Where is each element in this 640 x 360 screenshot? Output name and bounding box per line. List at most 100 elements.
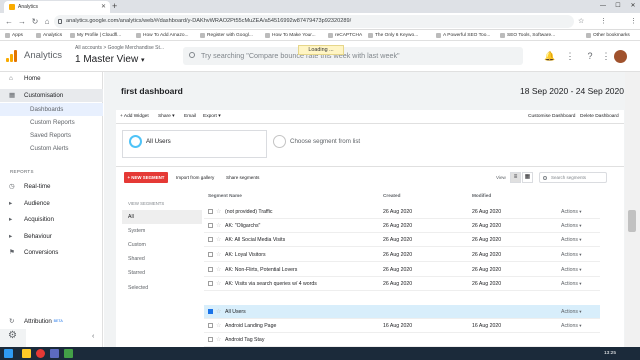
sidebar-item-saved-reports[interactable]: Saved Reports <box>0 129 103 142</box>
delete-dashboard-button[interactable]: Delete Dashboard <box>580 110 619 124</box>
star-icon[interactable]: ☆ <box>216 219 221 233</box>
star-icon[interactable]: ☆ <box>216 263 221 277</box>
filter-starred[interactable]: Starred <box>122 266 202 280</box>
windows-start-icon[interactable] <box>4 349 13 358</box>
maximize-icon[interactable]: ☐ <box>611 0 625 13</box>
filter-all[interactable]: All <box>122 210 202 224</box>
url-input[interactable]: analytics.google.com/analytics/web/#/das… <box>54 15 574 28</box>
table-row[interactable]: ☆ AK: All Social Media Visits 26 Aug 2020 2… <box>204 233 600 247</box>
bookmark-make[interactable]: How To Make Your... <box>265 30 316 41</box>
actions-dropdown[interactable]: Actions <box>561 305 582 319</box>
row-checkbox[interactable] <box>208 309 213 314</box>
sidebar-item-attribution[interactable]: ↻ Attribution BETA <box>0 315 103 328</box>
star-icon[interactable]: ☆ <box>216 233 221 247</box>
table-row[interactable]: ☆ Android Landing Page 16 Aug 2020 16 Aug 2… <box>204 319 600 333</box>
bookmark-other[interactable]: Other bookmarks <box>586 30 630 41</box>
sidebar-item-acquisition[interactable]: ▸ Acquisition <box>0 213 103 226</box>
search-segments-input[interactable]: Search segments <box>539 172 607 183</box>
star-icon[interactable]: ☆ <box>216 205 221 219</box>
list-view-icon[interactable]: ≡ <box>510 172 521 183</box>
avatar[interactable] <box>614 50 627 63</box>
selected-segment-card[interactable] <box>122 130 267 158</box>
view-selector[interactable]: 1 Master View ▾ <box>75 53 144 67</box>
sidebar-item-custom-reports[interactable]: Custom Reports <box>0 116 103 129</box>
sidebar-item-behaviour[interactable]: ▸ Behaviour <box>0 230 103 243</box>
share-segments-button[interactable]: Share segments <box>226 172 259 183</box>
table-row[interactable]: ☆ Android Tag Stay <box>204 333 600 347</box>
sidebar-item-realtime[interactable]: ◷ Real-time <box>0 180 103 193</box>
close-window-icon[interactable]: ✕ <box>626 0 640 13</box>
add-widget-button[interactable]: + Add Widget <box>120 110 149 124</box>
row-checkbox[interactable] <box>208 337 213 342</box>
column-created[interactable]: Created <box>383 193 400 198</box>
bookmark-recaptcha[interactable]: reCAPTCHA <box>328 30 362 41</box>
bookmark-amazon[interactable]: How To Add Amazo... <box>136 30 189 41</box>
actions-dropdown[interactable]: Actions <box>561 233 582 247</box>
actions-dropdown[interactable]: Actions <box>561 277 582 291</box>
forward-icon[interactable]: → <box>17 13 27 30</box>
collapse-sidebar-icon[interactable]: ‹ <box>92 333 94 340</box>
bookmark-apps[interactable]: Apps <box>5 30 23 41</box>
extensions-icon[interactable]: ⋮ <box>600 15 607 28</box>
row-checkbox[interactable] <box>208 237 213 242</box>
notifications-icon[interactable]: 🔔 <box>544 50 556 62</box>
filter-system[interactable]: System <box>122 224 202 238</box>
row-checkbox[interactable] <box>208 209 213 214</box>
home-browser-icon[interactable]: ⌂ <box>42 13 52 30</box>
taskbar-app-icon[interactable] <box>64 349 73 358</box>
filter-selected[interactable]: Selected <box>122 281 202 295</box>
empty-segment-ring-icon[interactable] <box>273 135 286 148</box>
row-checkbox[interactable] <box>208 223 213 228</box>
browser-tab[interactable]: Analytics ✕ <box>4 1 110 13</box>
help-icon[interactable]: ? <box>584 50 596 62</box>
chrome-icon[interactable] <box>36 349 45 358</box>
row-checkbox[interactable] <box>208 267 213 272</box>
sidebar-item-customisation[interactable]: ▦ Customisation <box>0 89 103 102</box>
row-checkbox[interactable] <box>208 252 213 257</box>
actions-dropdown[interactable]: Actions <box>561 319 582 333</box>
star-icon[interactable]: ☆ <box>216 248 221 262</box>
table-row[interactable]: ☆ (not provided) Traffic 26 Aug 2020 26 Aug… <box>204 205 600 219</box>
more-vert-icon[interactable]: ⋮ <box>600 50 612 62</box>
row-checkbox[interactable] <box>208 281 213 286</box>
star-icon[interactable]: ☆ <box>216 319 221 333</box>
back-icon[interactable]: ← <box>4 13 14 30</box>
sidebar-item-home[interactable]: ⌂ Home <box>0 72 103 85</box>
bookmark-analytics[interactable]: Analytics <box>36 30 62 41</box>
sidebar-item-custom-alerts[interactable]: Custom Alerts <box>0 142 103 155</box>
star-icon[interactable]: ☆ <box>216 277 221 291</box>
close-tab-icon[interactable]: ✕ <box>101 1 106 13</box>
bookmark-seo-tools[interactable]: SEO Tools, Software... <box>500 30 555 41</box>
bookmark-star-icon[interactable]: ☆ <box>578 15 584 28</box>
table-row[interactable]: ☆ AK: "Oligarchs" 26 Aug 2020 26 Aug 2020 Ac… <box>204 219 600 233</box>
actions-dropdown[interactable]: Actions <box>561 219 582 233</box>
bookmark-seo[interactable]: A Powerful SEO Too... <box>436 30 490 41</box>
grid-view-icon[interactable]: ▦ <box>522 172 533 183</box>
bookmark-google[interactable]: Register with Googl... <box>200 30 253 41</box>
new-tab-button[interactable]: + <box>112 0 117 13</box>
scrollbar-thumb[interactable] <box>628 210 636 232</box>
import-gallery-button[interactable]: Import from gallery <box>176 172 214 183</box>
date-range-picker[interactable]: 18 Sep 2020 - 24 Sep 2020 ▾ <box>520 86 629 96</box>
star-icon[interactable]: ☆ <box>216 305 221 319</box>
new-segment-button[interactable]: + NEW SEGMENT <box>124 172 168 183</box>
sidebar-item-audience[interactable]: ▸ Audience <box>0 197 103 210</box>
search-input[interactable]: Try searching "Compare bounce rate this … <box>183 47 523 65</box>
filter-custom[interactable]: Custom <box>122 238 202 252</box>
table-row[interactable]: ☆ AK: Loyal Visitors 26 Aug 2020 26 Aug 202… <box>204 248 600 262</box>
file-explorer-icon[interactable] <box>22 349 31 358</box>
taskbar-app-icon[interactable] <box>50 349 59 358</box>
share-button[interactable]: Share ▾ <box>158 110 175 124</box>
choose-segment-label[interactable]: Choose segment from list <box>290 138 360 145</box>
customise-dashboard-button[interactable]: Customise Dashboard <box>528 110 575 124</box>
row-checkbox[interactable] <box>208 323 213 328</box>
actions-dropdown[interactable]: Actions <box>561 263 582 277</box>
bookmark-keywords[interactable]: The Only 6 Keywo... <box>368 30 418 41</box>
clock[interactable]: 13:25 <box>604 347 616 360</box>
actions-dropdown[interactable]: Actions <box>561 205 582 219</box>
sidebar-item-dashboards[interactable]: Dashboards <box>0 103 103 116</box>
bookmark-profile[interactable]: My Profile | Cloudfl... <box>70 30 121 41</box>
table-row[interactable]: ☆ All Users Actions <box>204 305 600 319</box>
table-row[interactable]: ☆ AK: Non-Flirts, Potential Lovers 26 Aug … <box>204 263 600 277</box>
email-button[interactable]: Email <box>184 110 196 124</box>
